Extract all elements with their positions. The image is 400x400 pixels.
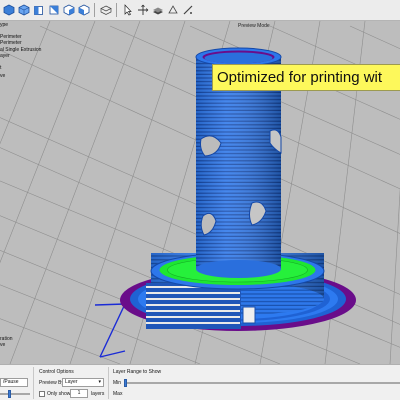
chevron-down-icon: ▾	[98, 379, 101, 385]
cube-back-icon[interactable]	[77, 4, 90, 17]
panel-divider	[33, 367, 34, 399]
annotation-callout: Optimized for printing wit	[212, 64, 400, 91]
cube-right-icon[interactable]	[47, 4, 60, 17]
legend-line: al Single Extrusion	[0, 46, 42, 53]
legend-bottom: ration ve	[0, 336, 13, 348]
preview-mode-label: Preview Mode	[238, 23, 270, 29]
only-show-label: Only show	[47, 391, 71, 397]
min-label: Min	[113, 380, 122, 386]
panel-divider	[108, 367, 109, 399]
only-show-checkbox[interactable]	[39, 391, 45, 397]
min-layer-slider-track[interactable]	[124, 382, 400, 384]
layers-icon[interactable]	[151, 4, 164, 17]
legend-line: ve	[0, 342, 6, 348]
preview-by-select[interactable]: Layer ▾	[62, 378, 104, 387]
play-pause-field[interactable]: /Pause	[0, 378, 28, 387]
move-icon[interactable]	[136, 4, 149, 17]
preview-by-label: Preview By	[39, 380, 65, 386]
cursor-icon[interactable]	[121, 4, 134, 17]
cube-front-icon[interactable]	[62, 4, 75, 17]
layers-label: layers	[91, 391, 105, 397]
max-label: Max	[113, 391, 123, 397]
legend-top: ype Perimeter Perimeter al Single Extrus…	[0, 22, 41, 79]
cube-icon[interactable]	[2, 4, 15, 17]
only-show-layers-input[interactable]: 1	[70, 389, 88, 398]
rotate-icon[interactable]	[166, 4, 179, 17]
cube-outline-icon[interactable]	[17, 4, 30, 17]
toolbar-separator	[94, 3, 95, 17]
top-toolbar	[0, 0, 400, 21]
ruler-icon[interactable]	[181, 4, 194, 17]
min-layer-slider-thumb[interactable]	[124, 379, 127, 387]
control-panel: /Pause Control Options Preview By Layer …	[0, 364, 400, 400]
layer-range-title: Layer Range to Show	[113, 369, 162, 375]
cube-left-icon[interactable]	[32, 4, 45, 17]
toolbar-separator	[116, 3, 117, 17]
grid-view-icon[interactable]	[99, 4, 112, 17]
preview-by-value: Layer	[65, 379, 78, 385]
legend-line: ve	[0, 73, 6, 80]
control-options-title: Control Options	[39, 369, 74, 375]
support-structure	[146, 283, 256, 329]
play-slider-thumb[interactable]	[8, 390, 11, 398]
play-slider-track[interactable]	[0, 393, 30, 395]
